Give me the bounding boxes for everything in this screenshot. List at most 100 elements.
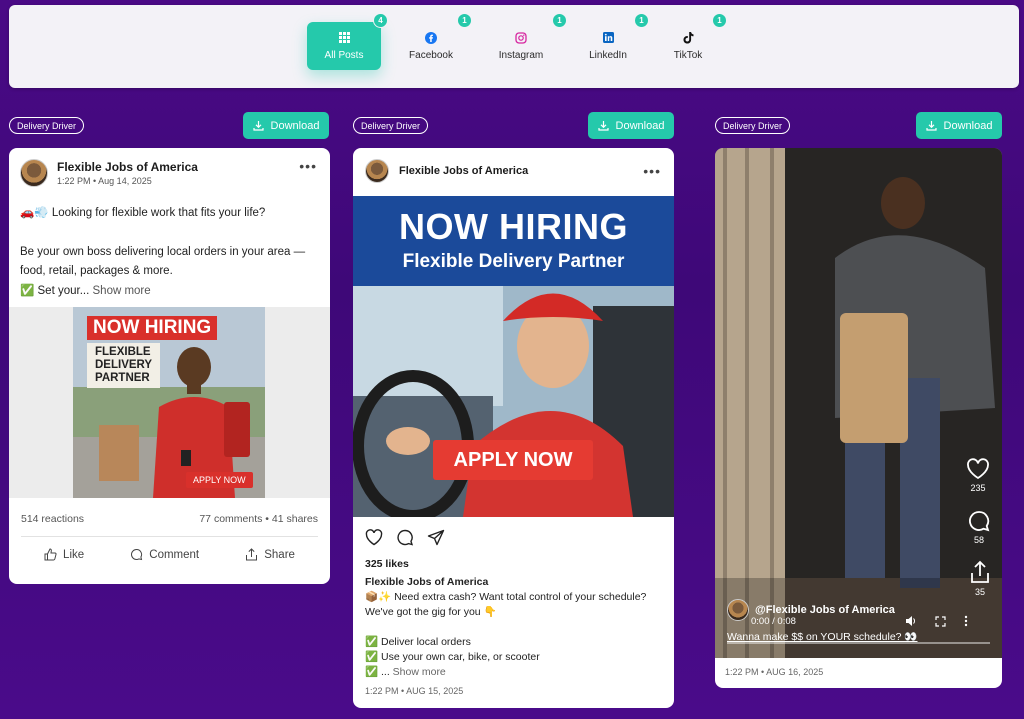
video-controls xyxy=(905,615,968,627)
post-image[interactable]: NOW HIRING FLEXIBLE DELIVERY PARTNER APP… xyxy=(9,307,330,498)
ad-headline: NOW HIRING xyxy=(87,316,218,340)
caption-author[interactable]: Flexible Jobs of America xyxy=(365,576,488,588)
ad-role-line: FLEXIBLE xyxy=(95,346,151,358)
download-icon xyxy=(925,121,937,131)
post-line: 🚗💨 Looking for flexible work that fits y… xyxy=(20,207,266,219)
avatar xyxy=(727,599,749,621)
video-timestamp: 0:00 / 0:08 xyxy=(751,616,796,627)
download-icon xyxy=(597,121,609,131)
caption-bullet: ✅ Deliver local orders xyxy=(365,636,471,648)
post-line: ✅ Set your... xyxy=(20,284,90,297)
comment-icon[interactable] xyxy=(396,529,414,546)
author-name[interactable]: Flexible Jobs of America xyxy=(399,165,528,177)
reaction-count[interactable]: 514 reactions xyxy=(21,513,84,525)
category-tag: Delivery Driver xyxy=(715,117,791,134)
more-options-icon[interactable]: ••• xyxy=(299,158,317,174)
thumbs-up-icon xyxy=(44,548,57,561)
fullscreen-icon[interactable] xyxy=(935,615,946,627)
count-badge: 4 xyxy=(373,13,388,28)
like-button[interactable]: Like xyxy=(44,548,84,561)
ad-headline: NOW HIRING xyxy=(399,206,628,247)
like-action[interactable]: 235 xyxy=(966,458,990,493)
ad-role-line: PARTNER xyxy=(95,372,150,384)
download-button[interactable]: Download xyxy=(243,112,329,139)
caption-text: 📦✨ Need extra cash? Want total control o… xyxy=(365,591,647,618)
post-caption: Flexible Jobs of America 📦✨ Need extra c… xyxy=(365,575,665,680)
share-button[interactable]: Share xyxy=(245,548,295,561)
tab-label: TikTok xyxy=(673,49,703,61)
show-more-link[interactable]: Show more xyxy=(93,285,151,297)
more-options-icon[interactable]: ••• xyxy=(643,163,661,179)
count-badge: 1 xyxy=(552,13,567,28)
tab-label: Instagram xyxy=(498,49,544,61)
tiktok-icon xyxy=(682,31,694,44)
share-count: 35 xyxy=(974,587,985,597)
post-date: 1:22 PM • AUG 16, 2025 xyxy=(725,667,824,677)
ad-cta: APPLY NOW xyxy=(186,472,253,488)
post-header: Flexible Jobs of America xyxy=(365,159,528,183)
download-label: Download xyxy=(615,119,665,132)
author-handle[interactable]: @Flexible Jobs of America xyxy=(755,604,895,616)
author-name[interactable]: Flexible Jobs of America xyxy=(57,160,198,174)
comment-label: Comment xyxy=(149,548,200,561)
download-button[interactable]: Download xyxy=(916,112,1002,139)
tab-linkedin[interactable]: LinkedIn 1 xyxy=(571,13,649,70)
share-label: Share xyxy=(264,548,295,561)
grid-icon xyxy=(338,32,350,44)
post-text: 🚗💨 Looking for flexible work that fits y… xyxy=(20,204,320,301)
like-count[interactable]: 325 likes xyxy=(365,558,409,570)
tab-facebook[interactable]: Facebook 1 xyxy=(394,13,472,70)
platform-tab-bar: All Posts 4 Facebook 1 Instagram 1 Linke… xyxy=(9,5,1019,88)
comment-button[interactable]: Comment xyxy=(130,548,199,561)
tab-instagram[interactable]: Instagram 1 xyxy=(484,13,567,70)
avatar xyxy=(365,159,389,183)
download-label: Download xyxy=(943,119,993,132)
facebook-post-card: Flexible Jobs of America 1:22 PM • Aug 1… xyxy=(9,148,330,584)
ad-role: FLEXIBLE DELIVERY PARTNER xyxy=(87,343,161,388)
like-label: Like xyxy=(63,548,85,561)
download-button[interactable]: Download xyxy=(588,112,674,139)
tab-tiktok[interactable]: TikTok 1 xyxy=(651,13,727,70)
tab-all-posts[interactable]: All Posts 4 xyxy=(307,13,388,70)
volume-icon[interactable] xyxy=(905,615,917,627)
post-image[interactable]: NOW HIRING Flexible Delivery Partner APP… xyxy=(353,196,674,517)
comment-action[interactable]: 58 xyxy=(968,510,990,545)
instagram-post-card: Flexible Jobs of America ••• NOW HIRING … xyxy=(353,148,674,708)
post-time: 1:22 PM • Aug 14, 2025 xyxy=(57,176,152,186)
tab-label: All Posts xyxy=(324,49,364,61)
ad-role-line: DELIVERY xyxy=(95,359,153,371)
engagement-stats: 514 reactions 77 comments • 41 shares xyxy=(21,513,318,525)
comment-icon xyxy=(969,511,990,532)
share-icon xyxy=(971,560,989,583)
count-badge: 1 xyxy=(634,13,649,28)
action-bar: Like Comment Share xyxy=(21,548,318,561)
post-header: Flexible Jobs of America 1:22 PM • Aug 1… xyxy=(20,159,198,187)
linkedin-icon xyxy=(602,32,614,44)
heart-icon xyxy=(967,458,989,480)
kebab-menu-icon[interactable] xyxy=(964,615,968,627)
comment-share-count[interactable]: 77 comments • 41 shares xyxy=(199,513,318,525)
share-icon xyxy=(246,548,258,561)
tab-label: LinkedIn xyxy=(589,49,627,61)
instagram-icon xyxy=(515,31,527,44)
action-bar xyxy=(365,529,445,546)
facebook-icon xyxy=(425,31,437,44)
tiktok-post-card: 235 58 35 @Flexible Jobs of America 0:00… xyxy=(715,148,1002,688)
send-icon[interactable] xyxy=(427,529,445,546)
caption-bullet: ✅ Use your own car, bike, or scooter xyxy=(365,651,540,663)
category-tag: Delivery Driver xyxy=(353,117,429,134)
ad-subtitle: Flexible Delivery Partner xyxy=(402,251,625,272)
count-badge: 1 xyxy=(457,13,472,28)
caption-bullet: ✅ ... xyxy=(365,666,390,678)
show-more-link[interactable]: Show more xyxy=(393,666,446,678)
avatar xyxy=(20,159,48,187)
like-count: 235 xyxy=(970,483,986,493)
divider xyxy=(21,536,318,537)
comment-icon xyxy=(131,548,143,561)
video-player[interactable]: 235 58 35 @Flexible Jobs of America 0:00… xyxy=(715,148,1002,658)
video-progress-bar[interactable] xyxy=(727,642,990,644)
ad-cta: APPLY NOW xyxy=(433,440,593,480)
heart-icon[interactable] xyxy=(365,529,383,546)
count-badge: 1 xyxy=(712,13,727,28)
share-action[interactable]: 35 xyxy=(970,560,990,597)
